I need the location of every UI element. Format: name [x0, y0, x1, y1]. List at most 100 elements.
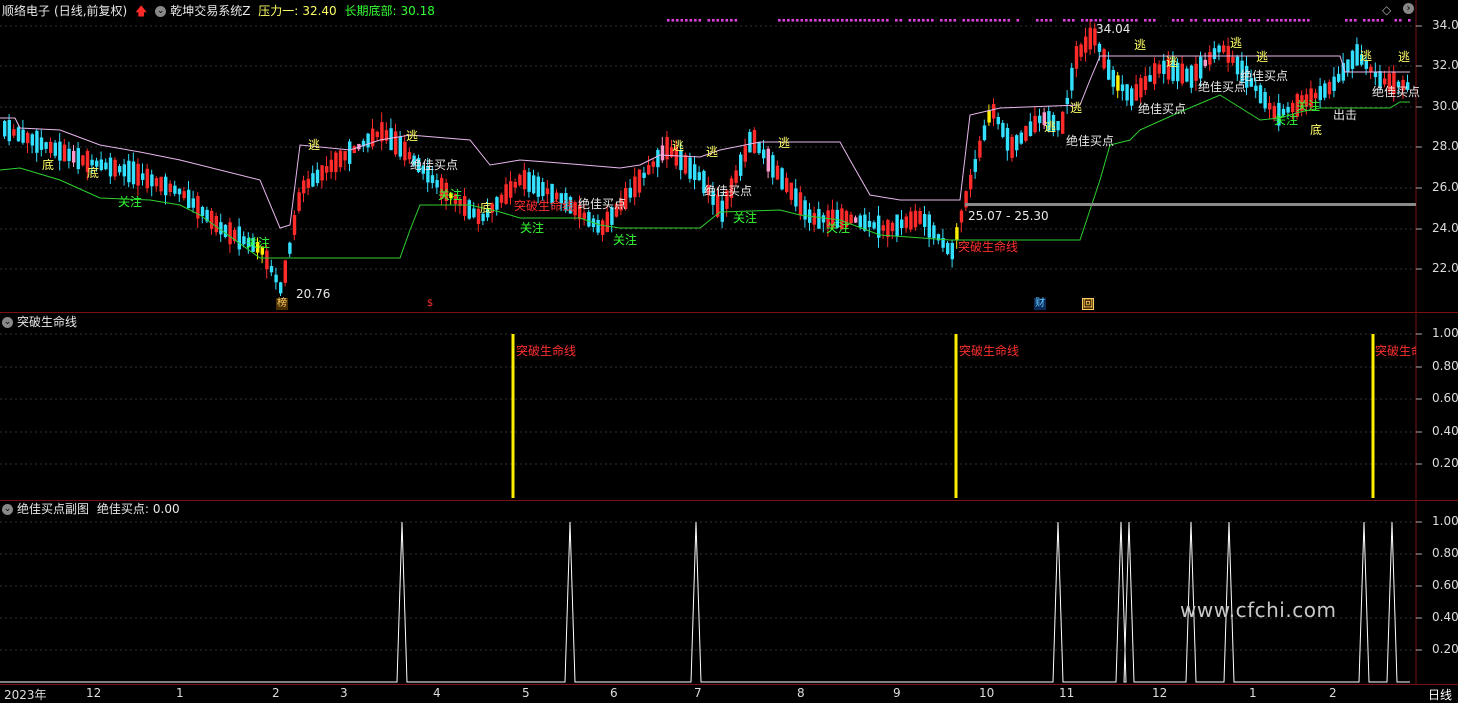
- candle-body: [164, 176, 168, 196]
- candle-body: [987, 110, 991, 123]
- signal-dot: [1212, 19, 1216, 22]
- time-label: 2023年: [4, 688, 47, 702]
- signal-dot: [1172, 19, 1175, 22]
- candle-body: [7, 120, 11, 142]
- collapse-icon[interactable]: ⌄: [2, 317, 13, 328]
- candle-body: [168, 183, 172, 192]
- y-label: 24.00: [1432, 221, 1458, 235]
- signal-dot: [850, 19, 853, 22]
- signal-dot: [1036, 19, 1039, 22]
- signal-dot: [809, 19, 813, 22]
- y-label: 0.60: [1432, 391, 1458, 405]
- candle-body: [969, 174, 973, 190]
- signal-dot: [1235, 19, 1238, 22]
- period-button[interactable]: 日线: [1428, 686, 1452, 703]
- candle-body: [720, 200, 724, 222]
- signal-dot: [989, 19, 993, 22]
- candle-body: [72, 150, 76, 163]
- signal-dot: [895, 19, 898, 22]
- y-label: 32.00: [1432, 58, 1458, 72]
- time-label: 6: [610, 686, 618, 700]
- candle-body: [522, 170, 527, 190]
- time-label: 12: [86, 686, 102, 700]
- watch-tag: 关注: [438, 188, 463, 202]
- candle-body: [1332, 76, 1336, 91]
- cai-badge[interactable]: 财: [1034, 298, 1046, 310]
- bang-badge[interactable]: 榜: [276, 298, 288, 310]
- candle-body: [1254, 85, 1258, 91]
- signal-dot: [1067, 19, 1071, 22]
- candle-body: [44, 142, 48, 149]
- candle-body: [762, 149, 766, 159]
- signal-dot: [1049, 19, 1053, 22]
- candle-body: [292, 214, 297, 235]
- candle-body: [536, 176, 540, 197]
- candle-body: [274, 274, 278, 283]
- signal-dot: [1217, 19, 1220, 22]
- signal-dot: [908, 19, 912, 22]
- candle-body: [642, 172, 646, 178]
- candle-body: [371, 128, 375, 147]
- breakout-tag: 突破生命线: [514, 199, 575, 213]
- candle-body: [343, 150, 347, 161]
- candle-body: [1148, 75, 1152, 82]
- candle-body: [1038, 115, 1042, 124]
- candle-body: [39, 137, 44, 150]
- buy-point-tag: 绝佳买点: [578, 197, 627, 211]
- signal-dot: [1081, 19, 1084, 22]
- candle-body: [1346, 59, 1350, 73]
- sub1-title[interactable]: 突破生命线: [17, 315, 77, 329]
- signal-dot: [1271, 19, 1274, 22]
- candle-body: [237, 226, 241, 250]
- candle-body: [430, 175, 435, 183]
- candle-body: [904, 216, 908, 228]
- watch-tag: 关注: [246, 236, 271, 250]
- candle-body: [76, 148, 80, 170]
- candle-body: [1212, 48, 1217, 60]
- signal-dot: [796, 19, 799, 22]
- s-badge[interactable]: $: [424, 298, 436, 310]
- signal-dot: [1176, 19, 1180, 22]
- signal-dot: [1040, 19, 1044, 22]
- candle-body: [1189, 65, 1194, 88]
- candle-body: [752, 130, 757, 153]
- candle-body: [210, 210, 214, 229]
- candle-body: [1024, 125, 1028, 141]
- signal-dot: [716, 19, 720, 22]
- candle-body: [1208, 51, 1212, 65]
- signal-dot: [1408, 19, 1411, 22]
- signal-dot: [1221, 19, 1225, 22]
- candle-body: [665, 136, 669, 160]
- candle-body: [279, 282, 283, 294]
- signal-dot: [694, 19, 697, 22]
- y-label: 0.20: [1432, 642, 1458, 656]
- signal-dot: [734, 19, 738, 22]
- y-label: 0.40: [1432, 610, 1458, 624]
- candle-body: [338, 150, 343, 168]
- watch-tag: 关注: [733, 211, 758, 225]
- candle-body: [900, 219, 904, 229]
- hui-badge[interactable]: 回: [1082, 298, 1094, 310]
- candle-body: [605, 211, 609, 233]
- breakout-bar: [511, 334, 515, 498]
- candle-body: [886, 219, 890, 238]
- out-tag: 出击: [1333, 108, 1358, 122]
- signal-dot: [971, 19, 975, 22]
- collapse-icon[interactable]: ⌄: [2, 504, 13, 515]
- sub2-title[interactable]: 绝佳买点副图: [17, 502, 89, 516]
- candle-body: [780, 168, 784, 190]
- candle-body: [628, 187, 632, 198]
- candle-body: [872, 222, 876, 229]
- candle-body: [1010, 136, 1014, 158]
- candle-body: [545, 188, 550, 195]
- signal-dot: [707, 19, 711, 22]
- signal-dot: [1148, 19, 1152, 22]
- signal-dot: [994, 19, 997, 22]
- candle-body: [918, 210, 922, 224]
- candle-body: [1130, 88, 1134, 106]
- candle-body: [637, 169, 642, 193]
- candle-body: [113, 159, 117, 177]
- candle-body: [1088, 27, 1092, 50]
- candle-body: [265, 250, 269, 270]
- panel-divider: [0, 312, 1458, 313]
